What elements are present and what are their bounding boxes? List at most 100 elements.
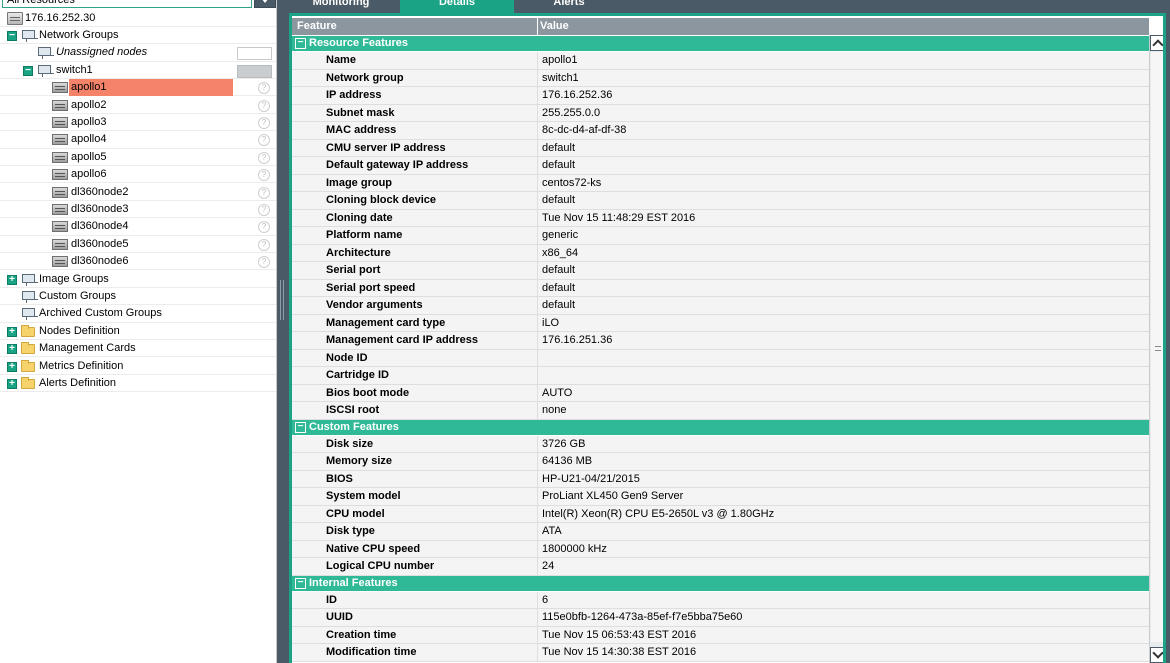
table-row[interactable]: System model ProLiant XL450 Gen9 Server <box>292 488 1149 506</box>
tree-node-item[interactable]: dl360node4? <box>0 218 276 236</box>
expand-icon[interactable]: + <box>7 344 17 355</box>
tab-alerts[interactable]: Alerts <box>514 0 624 13</box>
feature-name: Disk type <box>326 525 375 537</box>
expand-icon[interactable]: + <box>7 326 17 337</box>
table-row[interactable]: CPU model Intel(R) Xeon(R) CPU E5-2650L v… <box>292 505 1149 523</box>
tree-node-item[interactable]: apollo2? <box>0 97 276 114</box>
section-header[interactable]: − Custom Features <box>292 419 1149 435</box>
tree-item[interactable]: + Management Cards <box>0 340 276 358</box>
table-row[interactable]: Default gateway IP address default <box>292 157 1149 175</box>
section-header[interactable]: − Resource Features <box>292 36 1149 51</box>
tab-monitoring[interactable]: Monitoring <box>287 0 395 13</box>
feature-value: ATA <box>542 525 562 537</box>
tree-item[interactable]: 176.16.252.30 <box>0 10 276 27</box>
table-row[interactable]: Logical CPU number 24 <box>292 558 1149 576</box>
tree-node-item[interactable]: apollo4? <box>0 131 276 149</box>
table-row[interactable]: Architecture x86_64 <box>292 244 1149 262</box>
table-row[interactable]: Subnet mask 255.255.0.0 <box>292 104 1149 122</box>
panel-splitter[interactable] <box>277 0 287 663</box>
table-row[interactable]: Platform name generic <box>292 227 1149 245</box>
network-icon <box>21 307 38 321</box>
table-row[interactable]: Bios boot mode AUTO <box>292 384 1149 402</box>
node-icon <box>52 256 68 268</box>
tree-node-item[interactable]: dl360node2? <box>0 184 276 201</box>
tree-item[interactable]: + Image Groups <box>0 271 276 288</box>
table-row[interactable]: Serial port speed default <box>292 279 1149 297</box>
cell-divider <box>537 488 538 505</box>
section-header[interactable]: − Internal Features <box>292 575 1149 591</box>
tree-item-label: Custom Groups <box>39 289 117 302</box>
table-row[interactable]: Modification time Tue Nov 15 14:30:38 EST… <box>292 644 1149 662</box>
tree-item[interactable]: + Nodes Definition <box>0 323 276 341</box>
feature-name: Native CPU speed <box>326 542 421 555</box>
cell-divider <box>537 523 538 540</box>
table-row[interactable]: MAC address 8c-dc-d4-af-df-38 <box>292 122 1149 140</box>
splitter-grip-icon <box>280 280 284 320</box>
table-row[interactable]: CMU server IP address default <box>292 139 1149 157</box>
collapse-icon[interactable]: − <box>295 38 306 49</box>
tree-node-item[interactable]: apollo5? <box>0 149 276 167</box>
tree-item[interactable]: + Metrics Definition <box>0 358 276 375</box>
scroll-down-button[interactable] <box>1150 647 1163 663</box>
feature-value: generic <box>542 229 579 241</box>
tree-item-label: 176.16.252.30 <box>25 11 96 24</box>
feature-name: Vendor arguments <box>326 299 423 311</box>
table-row[interactable]: UUID 115e0bfb-1264-473a-85ef-f7e5bba75e60 <box>292 609 1149 627</box>
feature-name: Default gateway IP address <box>326 159 469 171</box>
node-icon <box>52 99 68 111</box>
table-row[interactable]: Memory size 64136 MB <box>292 453 1149 471</box>
table-row[interactable]: Cloning date Tue Nov 15 11:48:29 EST 2016 <box>292 209 1149 227</box>
table-row[interactable]: Vendor arguments default <box>292 297 1149 315</box>
tree-item[interactable]: Custom Groups <box>0 288 276 306</box>
table-row[interactable]: Serial port default <box>292 262 1149 280</box>
collapse-icon[interactable]: − <box>295 421 306 433</box>
column-header-feature[interactable]: Feature <box>297 18 337 35</box>
expand-icon[interactable]: + <box>7 361 17 372</box>
tree-item[interactable]: − Network Groups <box>0 27 276 45</box>
table-row[interactable]: Creation time Tue Nov 15 06:53:43 EST 201… <box>292 626 1149 644</box>
table-row[interactable]: Network group switch1 <box>292 69 1149 87</box>
feature-name: CPU model <box>326 507 385 520</box>
tree-node-item[interactable]: apollo1? <box>0 79 276 97</box>
scroll-thumb[interactable] <box>1151 52 1163 642</box>
table-row[interactable]: Disk size 3726 GB <box>292 435 1149 453</box>
table-row[interactable]: Node ID <box>292 349 1149 367</box>
table-row[interactable]: Cartridge ID <box>292 367 1149 385</box>
tree-item[interactable]: Archived Custom Groups <box>0 305 276 323</box>
tree-node-item[interactable]: dl360node3? <box>0 201 276 219</box>
collapse-icon[interactable]: − <box>295 577 306 589</box>
tree-item[interactable]: − switch1 <box>0 62 276 80</box>
expand-icon[interactable]: + <box>7 378 17 389</box>
tab-details[interactable]: Details <box>400 0 514 13</box>
tree-item-label: Unassigned nodes <box>56 46 148 59</box>
collapse-icon[interactable]: − <box>23 65 33 76</box>
feature-value: switch1 <box>542 71 579 84</box>
scroll-up-button[interactable] <box>1150 35 1163 51</box>
table-row[interactable]: Native CPU speed 1800000 kHz <box>292 540 1149 558</box>
resource-filter-combo[interactable]: All Resources <box>2 0 252 8</box>
tree-node-item[interactable]: dl360node6? <box>0 253 276 271</box>
table-row[interactable]: ISCSI root none <box>292 402 1149 420</box>
tree-item[interactable]: Unassigned nodes <box>0 44 276 62</box>
column-header-value[interactable]: Value <box>540 18 569 35</box>
feature-name: UUID <box>326 611 353 623</box>
table-row[interactable]: Cloning block device default <box>292 192 1149 210</box>
table-row[interactable]: Disk type ATA <box>292 523 1149 541</box>
table-row[interactable]: BIOS HP-U21-04/21/2015 <box>292 470 1149 488</box>
vertical-scrollbar[interactable] <box>1149 35 1163 663</box>
tree-node-item[interactable]: apollo3? <box>0 114 276 132</box>
cell-divider <box>537 453 538 470</box>
feature-name: Serial port speed <box>326 281 416 294</box>
expand-icon[interactable]: + <box>7 274 17 285</box>
table-row[interactable]: ID 6 <box>292 591 1149 609</box>
table-row[interactable]: Management card IP address 176.16.251.36 <box>292 332 1149 350</box>
tree-item[interactable]: + Alerts Definition <box>0 375 276 393</box>
collapse-icon[interactable]: − <box>7 30 17 41</box>
table-row[interactable]: Name apollo1 <box>292 52 1149 70</box>
tree-node-item[interactable]: apollo6? <box>0 166 276 184</box>
combo-dropdown-button[interactable] <box>254 0 276 8</box>
table-row[interactable]: Management card type iLO <box>292 314 1149 332</box>
table-row[interactable]: Image group centos72-ks <box>292 174 1149 192</box>
tree-node-item[interactable]: dl360node5? <box>0 236 276 254</box>
table-row[interactable]: IP address 176.16.252.36 <box>292 87 1149 105</box>
